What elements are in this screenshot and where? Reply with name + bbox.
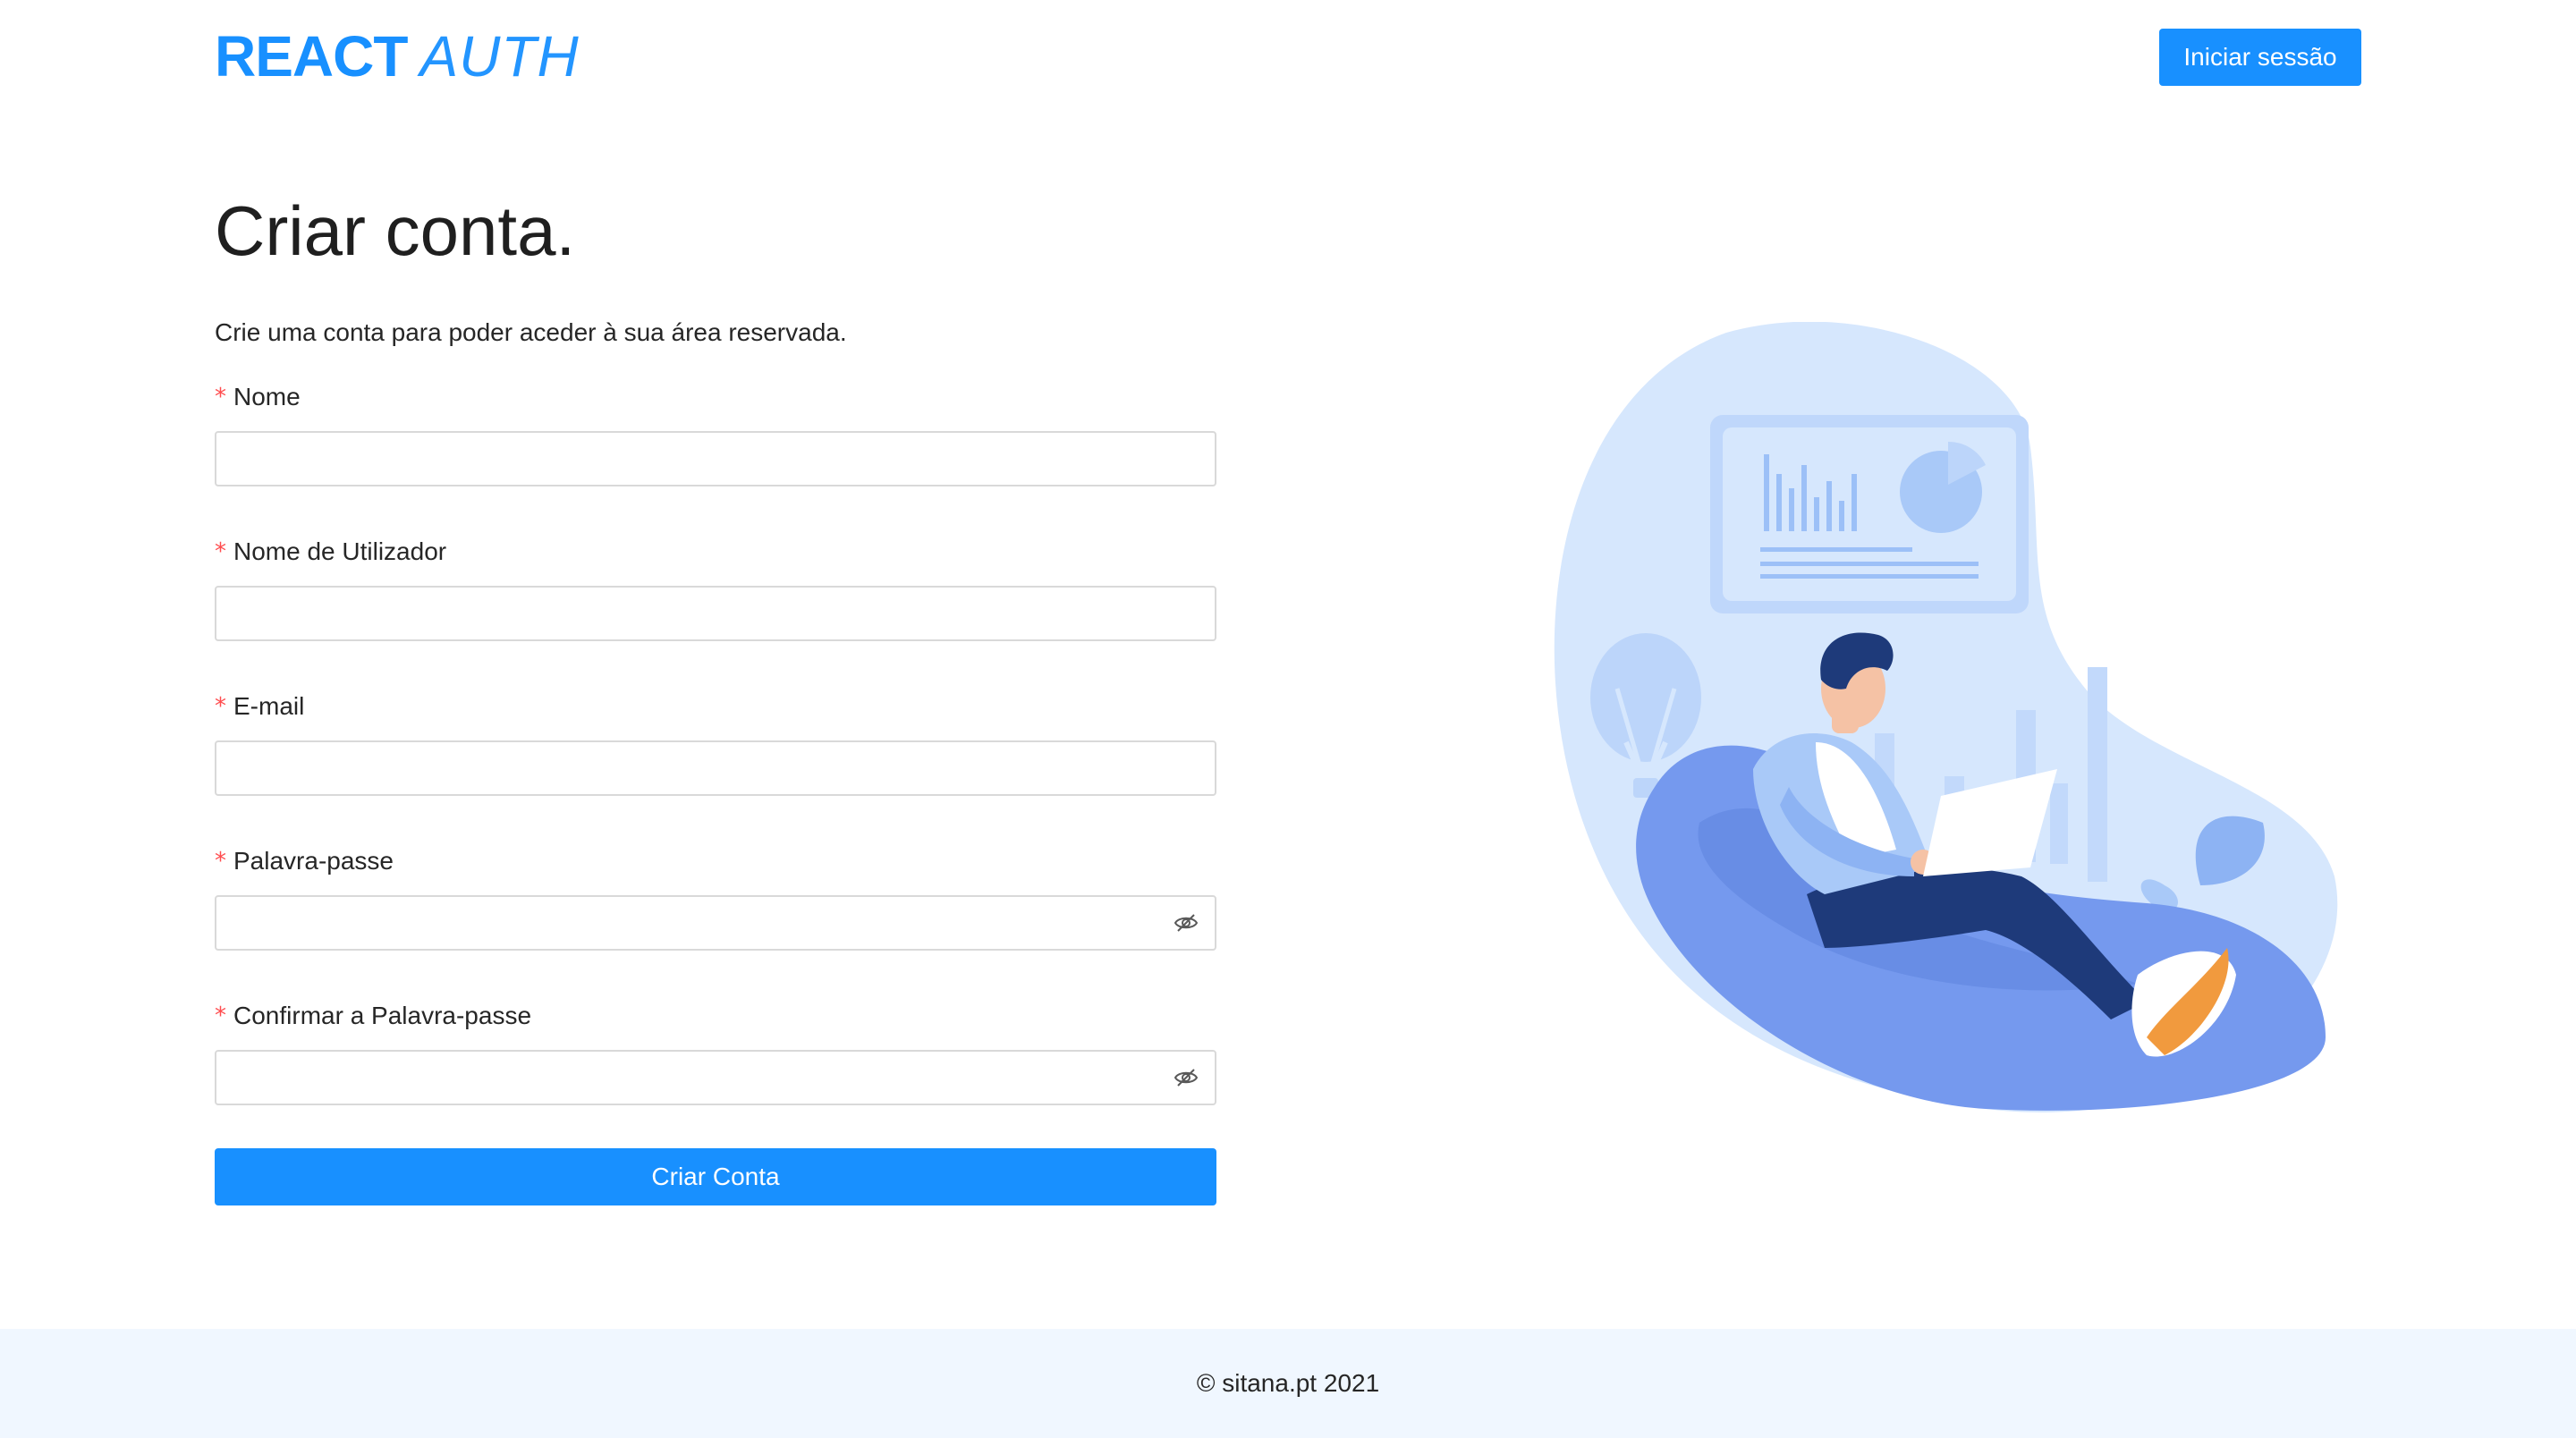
confirm-password-label: * Confirmar a Palavra-passe — [215, 998, 1216, 1034]
eye-invisible-icon[interactable] — [1174, 1067, 1199, 1088]
signup-illustration — [1554, 322, 2338, 1112]
password-input[interactable] — [215, 895, 1216, 951]
password-label: * Palavra-passe — [215, 843, 1216, 879]
password-field: * Palavra-passe — [215, 843, 1216, 951]
confirm-password-label-text: Confirmar a Palavra-passe — [233, 1002, 532, 1029]
footer-copyright: © sitana.pt 2021 — [1196, 1369, 1380, 1397]
required-mark: * — [215, 384, 226, 410]
required-mark: * — [215, 848, 226, 875]
required-mark: * — [215, 1002, 226, 1029]
name-field: * Nome — [215, 379, 1216, 486]
confirm-password-input[interactable] — [215, 1050, 1216, 1105]
create-account-button[interactable]: Criar Conta — [215, 1148, 1216, 1205]
confirm-password-field: * Confirmar a Palavra-passe — [215, 998, 1216, 1105]
email-label-text: E-mail — [233, 692, 305, 720]
logo[interactable]: REACT AUTH — [215, 25, 580, 88]
username-label: * Nome de Utilizador — [215, 534, 1216, 570]
logo-text-bold: REACT — [215, 24, 408, 89]
page-title: Criar conta. — [215, 191, 576, 270]
username-label-text: Nome de Utilizador — [233, 537, 447, 565]
page-subtitle: Crie uma conta para poder aceder à sua á… — [215, 318, 847, 346]
header: REACT AUTH Iniciar sessão — [0, 0, 2576, 114]
email-input[interactable] — [215, 740, 1216, 796]
email-field: * E-mail — [215, 689, 1216, 796]
logo-text-light: AUTH — [419, 24, 580, 89]
required-mark: * — [215, 693, 226, 720]
eye-invisible-icon[interactable] — [1174, 912, 1199, 934]
login-button[interactable]: Iniciar sessão — [2159, 29, 2361, 86]
username-field: * Nome de Utilizador — [215, 534, 1216, 641]
name-label: * Nome — [215, 379, 1216, 415]
name-label-text: Nome — [233, 383, 301, 410]
password-label-text: Palavra-passe — [233, 847, 394, 875]
footer: © sitana.pt 2021 — [0, 1329, 2576, 1438]
username-input[interactable] — [215, 586, 1216, 641]
required-mark: * — [215, 538, 226, 565]
name-input[interactable] — [215, 431, 1216, 486]
email-label: * E-mail — [215, 689, 1216, 724]
dashboard-card — [1710, 415, 2029, 613]
